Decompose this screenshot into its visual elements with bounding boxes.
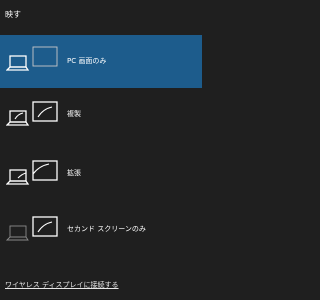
duplicate-icon xyxy=(6,101,58,126)
option-second-screen-only[interactable]: セカンド スクリーンのみ xyxy=(0,203,202,256)
option-extend[interactable]: 拡張 xyxy=(0,147,202,200)
option-duplicate[interactable]: 複製 xyxy=(0,88,202,141)
second-screen-only-icon xyxy=(6,216,58,241)
pc-screen-only-icon xyxy=(6,46,58,71)
connect-wireless-display-link[interactable]: ワイヤレス ディスプレイに接続する xyxy=(5,280,119,290)
option-pc-screen-only[interactable]: PC 画面のみ xyxy=(0,35,202,88)
project-panel: 映す PC 画面のみ 複製 拡張 セカンド スクリーンのみ ワイヤレス ディスプ… xyxy=(0,0,202,300)
option-label: 拡張 xyxy=(67,169,81,177)
option-label: PC 画面のみ xyxy=(67,57,107,65)
panel-title: 映す xyxy=(5,10,21,19)
option-label: セカンド スクリーンのみ xyxy=(67,225,146,233)
option-label: 複製 xyxy=(67,110,81,118)
extend-icon xyxy=(6,160,58,185)
